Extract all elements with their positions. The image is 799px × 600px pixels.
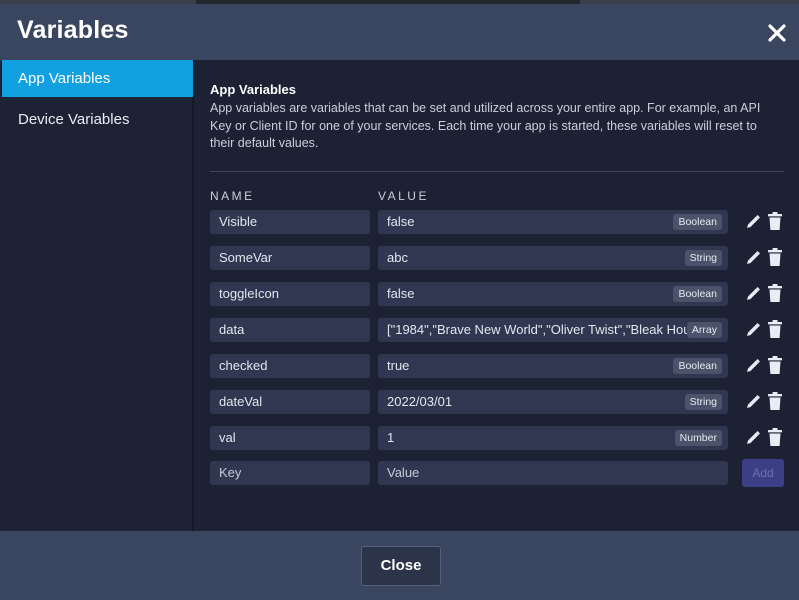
variable-value-text: false (387, 214, 415, 229)
trash-icon[interactable] (767, 284, 783, 303)
variable-row: checked true Boolean (210, 354, 784, 378)
variables-panel: App Variables App variables are variable… (194, 60, 799, 531)
variable-value-field[interactable]: 2022/03/01 String (378, 390, 728, 414)
variable-name-field[interactable]: data (210, 318, 370, 342)
type-badge: Boolean (673, 214, 722, 230)
variable-name-field[interactable]: SomeVar (210, 246, 370, 270)
variable-value-field[interactable]: false Boolean (378, 210, 728, 234)
new-key-input[interactable]: Key (210, 461, 370, 485)
variable-row: dateVal 2022/03/01 String (210, 390, 784, 414)
trash-icon[interactable] (767, 320, 783, 339)
type-badge: String (684, 250, 722, 266)
pencil-icon[interactable] (745, 214, 761, 230)
sidebar: App Variables Device Variables (0, 60, 194, 531)
pencil-icon[interactable] (745, 250, 761, 266)
variable-value-text: ["1984","Brave New World","Oliver Twist"… (387, 322, 713, 337)
new-value-input[interactable]: Value (378, 461, 728, 485)
variable-row: Visible false Boolean (210, 210, 784, 234)
modal-footer: Close (0, 531, 799, 600)
trash-icon[interactable] (767, 248, 783, 267)
modal-title: Variables (17, 16, 129, 44)
variable-value-text: false (387, 286, 415, 301)
variables-modal: Variables App Variables Device Variables… (0, 4, 799, 600)
variable-name-field[interactable]: dateVal (210, 390, 370, 414)
variable-name-field[interactable]: checked (210, 354, 370, 378)
variable-value-text: 1 (387, 430, 395, 445)
variable-value-field[interactable]: false Boolean (378, 282, 728, 306)
divider (210, 171, 784, 172)
type-badge: Number (674, 430, 722, 446)
new-variable-row: Key Value Add (210, 459, 784, 487)
variable-row: toggleIcon false Boolean (210, 282, 784, 306)
variable-value-field[interactable]: true Boolean (378, 354, 728, 378)
trash-icon[interactable] (767, 356, 783, 375)
column-header-name: NAME (210, 189, 255, 203)
trash-icon[interactable] (767, 392, 783, 411)
variable-value-text: 2022/03/01 (387, 394, 453, 409)
variable-row: data ["1984","Brave New World","Oliver Tw… (210, 318, 784, 342)
variable-value-text: true (387, 358, 410, 373)
variable-value-field[interactable]: ["1984","Brave New World","Oliver Twist"… (378, 318, 728, 342)
add-button[interactable]: Add (742, 459, 784, 487)
section-description: App variables are variables that can be … (210, 101, 761, 150)
type-badge: String (684, 394, 722, 410)
modal-header: Variables (0, 4, 799, 60)
close-icon[interactable] (765, 21, 789, 45)
variable-row: val 1 Number (210, 426, 784, 450)
type-badge: Boolean (673, 358, 722, 374)
sidebar-item-device-variables[interactable]: Device Variables (2, 101, 193, 138)
sidebar-item-app-variables[interactable]: App Variables (2, 60, 193, 97)
variable-name-field[interactable]: val (210, 426, 370, 450)
pencil-icon[interactable] (745, 358, 761, 374)
variable-value-field[interactable]: 1 Number (378, 426, 728, 450)
trash-icon[interactable] (767, 212, 783, 231)
variable-name-field[interactable]: toggleIcon (210, 282, 370, 306)
type-badge: Boolean (673, 286, 722, 302)
pencil-icon[interactable] (745, 394, 761, 410)
variable-name-field[interactable]: Visible (210, 210, 370, 234)
variable-value-text: abc (387, 250, 408, 265)
variable-row: SomeVar abc String (210, 246, 784, 270)
close-button[interactable]: Close (361, 546, 441, 586)
column-header-value: VALUE (378, 189, 429, 203)
pencil-icon[interactable] (745, 322, 761, 338)
type-badge: Array (686, 322, 722, 338)
variable-value-field[interactable]: abc String (378, 246, 728, 270)
pencil-icon[interactable] (745, 286, 761, 302)
trash-icon[interactable] (767, 428, 783, 447)
pencil-icon[interactable] (745, 430, 761, 446)
section-title: App Variables (210, 82, 296, 97)
